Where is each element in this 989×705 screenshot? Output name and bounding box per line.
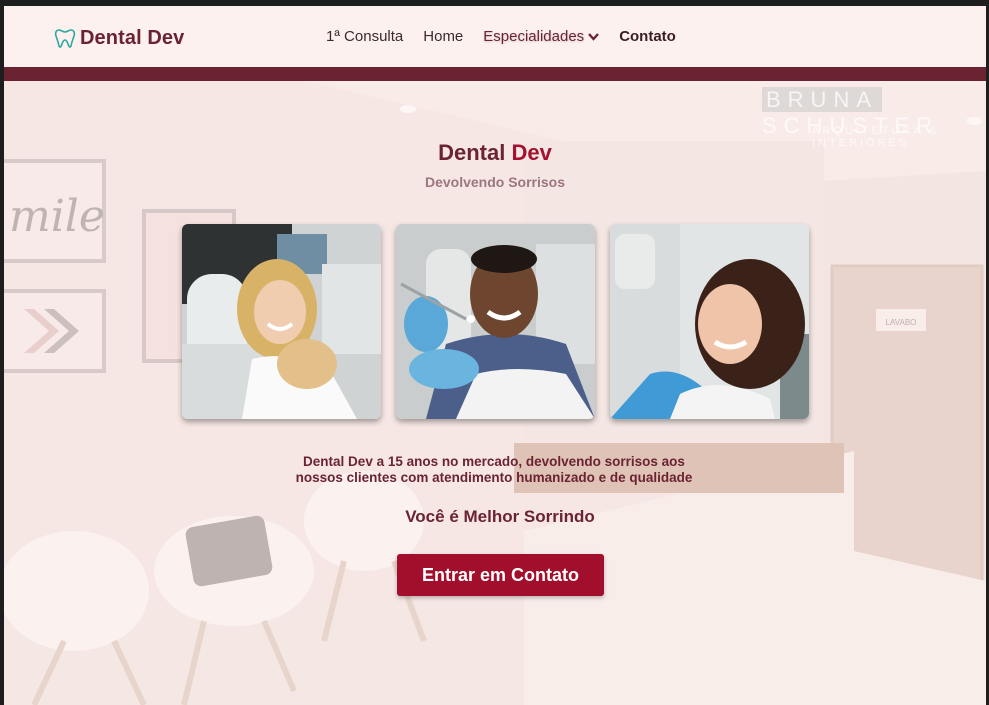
hero-description-line1: Dental Dev a 15 anos no mercado, devolve… — [303, 454, 685, 469]
hero-description-line2: nossos clientes com atendimento humaniza… — [295, 470, 693, 485]
photo-smiling-man-dentist — [396, 224, 595, 419]
photo-gallery — [182, 224, 809, 419]
photo-smiling-woman-blonde — [182, 224, 381, 419]
navbar: Dental Dev 1ª Consulta Home Especialidad… — [4, 6, 986, 67]
nav-item-contato[interactable]: Contato — [619, 28, 676, 45]
nav-item-especialidades-label: Especialidades — [483, 28, 585, 45]
hero-title-accent: Dev — [511, 140, 552, 165]
nav-item-especialidades[interactable]: Especialidades — [483, 28, 600, 45]
hero-title-main: Dental — [438, 140, 506, 165]
hero-title: Dental Dev — [4, 140, 986, 166]
page-frame: Dental Dev 1ª Consulta Home Especialidad… — [4, 6, 986, 705]
hero-description: Dental Dev a 15 anos no mercado, devolve… — [274, 454, 714, 486]
brand-logo[interactable]: Dental Dev — [54, 25, 184, 51]
main-menu: 1ª Consulta Home Especialidades Contato — [326, 28, 696, 45]
nav-divider-bar — [4, 67, 986, 81]
nav-item-primeira-consulta[interactable]: 1ª Consulta — [326, 28, 403, 45]
contact-cta-button[interactable]: Entrar em Contato — [397, 554, 604, 596]
hero-slogan: Você é Melhor Sorrindo — [405, 507, 595, 526]
photo-smiling-woman-brunette — [610, 224, 809, 419]
brand-name: Dental Dev — [80, 26, 185, 49]
hero-subtitle: Devolvendo Sorrisos — [424, 174, 566, 190]
watermark-box: BRUNA — [762, 87, 883, 112]
tooth-icon — [54, 29, 76, 48]
chevron-down-icon — [588, 32, 600, 41]
nav-item-home[interactable]: Home — [423, 28, 463, 45]
